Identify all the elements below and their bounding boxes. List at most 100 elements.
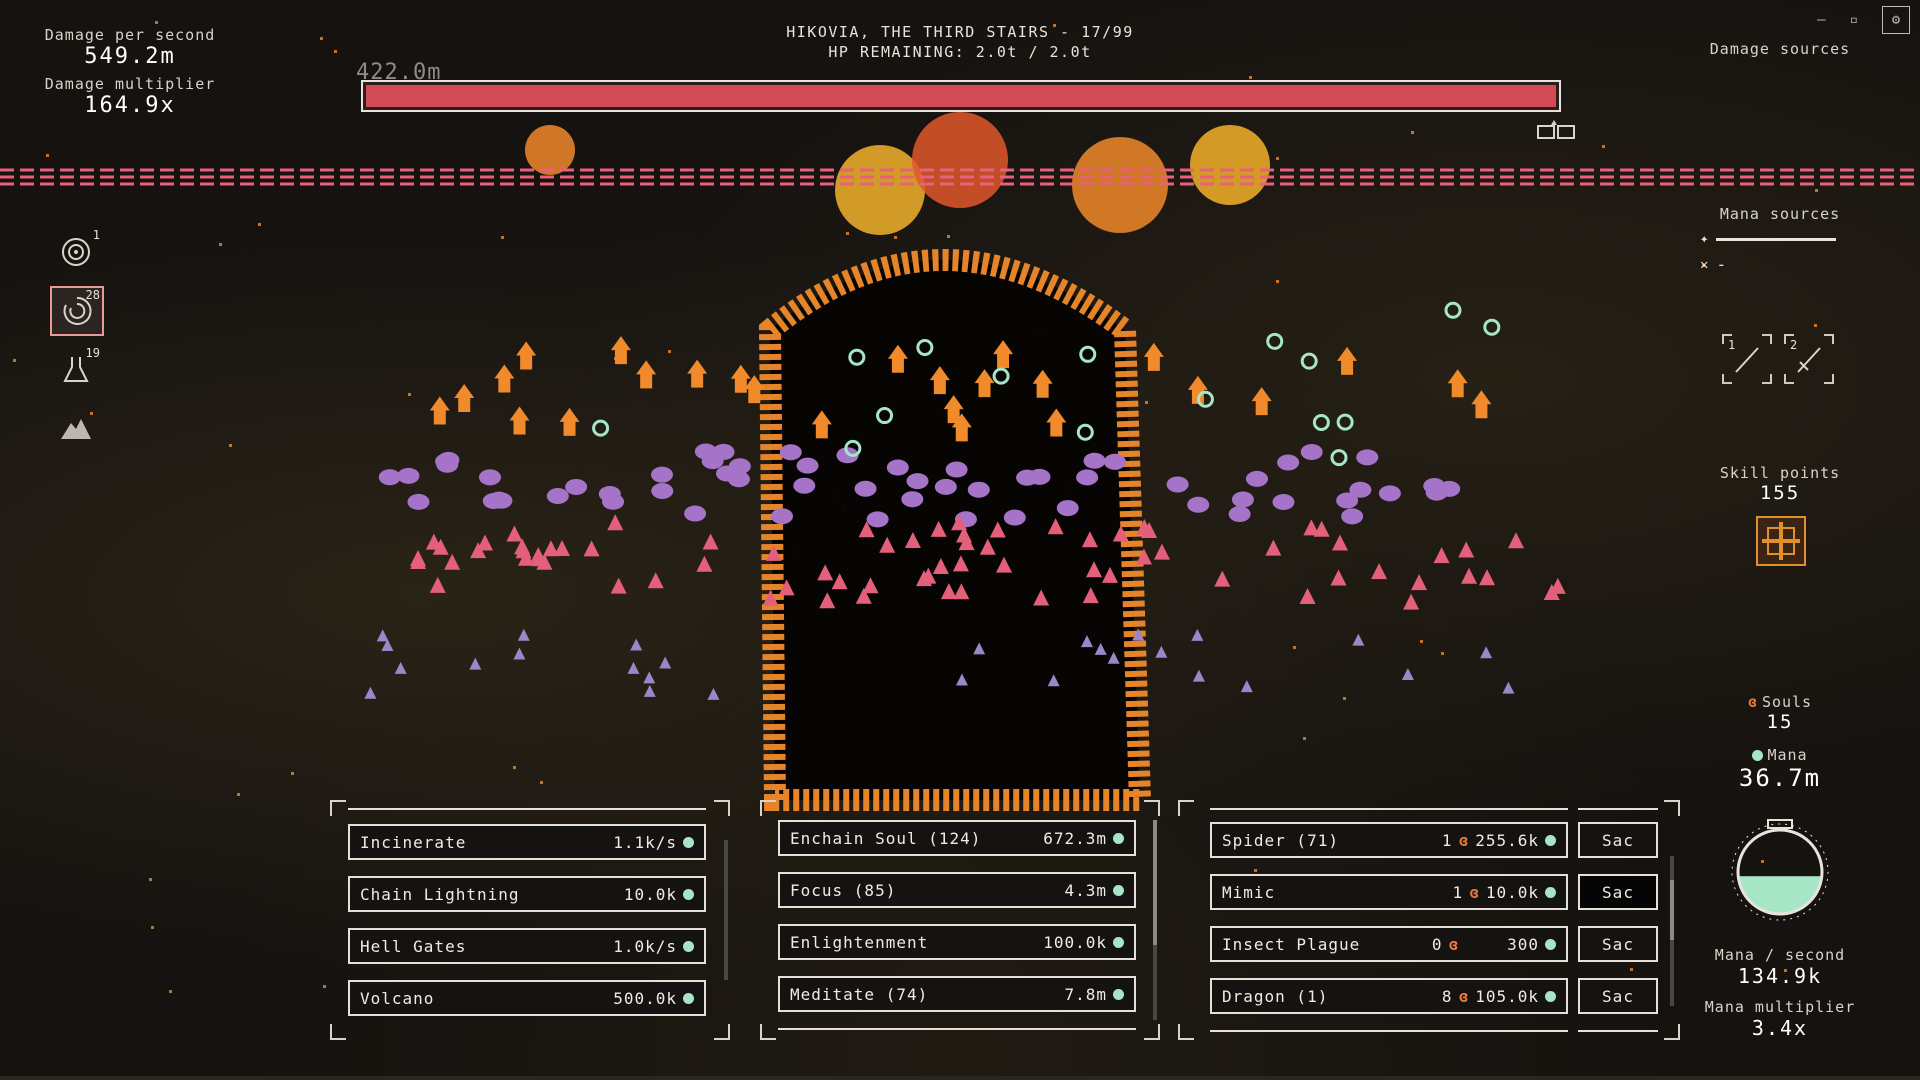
purple-crawler xyxy=(1056,500,1079,517)
spell-name: Chain Lightning xyxy=(360,884,520,904)
purple-crawler xyxy=(407,493,430,510)
spell-name: Hell Gates xyxy=(360,936,467,956)
weapon-slot-2[interactable]: 2 xyxy=(1784,334,1834,384)
ember xyxy=(540,781,543,784)
ember xyxy=(151,926,154,929)
explosion xyxy=(912,112,1008,208)
mana-gem-icon xyxy=(683,940,694,952)
pink-soldier xyxy=(1265,539,1282,556)
mana-gem-icon xyxy=(1113,832,1124,844)
ember xyxy=(13,359,16,362)
mountain-icon xyxy=(61,419,91,439)
mana-gem-icon xyxy=(1545,938,1556,950)
ability-mountain[interactable] xyxy=(50,404,102,452)
purple-crawler xyxy=(1083,452,1106,469)
skill-points-value: 155 xyxy=(1759,482,1801,504)
mana-gem-icon xyxy=(1113,988,1124,1000)
sac-button-spider[interactable]: Sac xyxy=(1578,822,1658,858)
ability-target[interactable]: 1 xyxy=(50,228,102,276)
explosion xyxy=(835,145,925,235)
upgrade-name: Meditate (74) xyxy=(790,984,929,1004)
spell-incinerate[interactable]: Incinerate 1.1k/s xyxy=(348,824,706,860)
ability-bar: 1 28 19 xyxy=(50,228,104,452)
minion-mana-cost: 300 xyxy=(1507,934,1539,954)
purple-crawler xyxy=(478,469,501,486)
minion-spider[interactable]: Spider (71) 1 ɞ 255.6k xyxy=(1210,822,1568,858)
purple-crawler xyxy=(1341,508,1364,525)
soul-icon: ɞ xyxy=(1747,693,1758,711)
sac-button-insect-plague[interactable]: Sac xyxy=(1578,926,1658,962)
ability-count: 28 xyxy=(85,288,100,302)
upgrade-focus[interactable]: Focus (85) 4.3m xyxy=(778,872,1136,908)
boss-title: HIKOVIA, THE THIRD STAIRS - 17/99 xyxy=(786,23,1134,41)
soul-icon: ɞ xyxy=(1458,986,1470,1006)
purple-crawler xyxy=(967,481,990,498)
pink-soldier xyxy=(1299,587,1316,604)
ember xyxy=(1276,280,1279,283)
mana-multiplier-value: 3.4x xyxy=(1751,1016,1809,1040)
minion-name: Mimic xyxy=(1222,882,1276,902)
upgrade-enchain-soul[interactable]: Enchain Soul (124) 672.3m xyxy=(778,820,1136,856)
mana-rate-label: Mana / second xyxy=(1714,946,1846,964)
explosion xyxy=(1190,125,1270,205)
minion-name: Spider (71) xyxy=(1222,830,1339,850)
damage-sources-label[interactable]: Damage sources xyxy=(1700,40,1860,58)
fire-demon xyxy=(1251,387,1272,416)
fire-demon xyxy=(636,360,657,389)
pink-soldier xyxy=(1403,593,1420,610)
ember xyxy=(408,393,411,396)
soul-icon: ɞ xyxy=(1448,934,1460,954)
mana-rate: Mana / second 134.9k xyxy=(1700,946,1860,988)
purple-crawler xyxy=(1272,494,1295,511)
purple-crawler xyxy=(598,485,621,502)
pink-soldier xyxy=(1458,541,1475,558)
minion-mimic[interactable]: Mimic 1 ɞ 10.0k xyxy=(1210,874,1568,910)
ability-flask[interactable]: 19 xyxy=(50,346,102,394)
mana-source-value: - xyxy=(1716,255,1727,274)
spell-chain-lightning[interactable]: Chain Lightning 10.0k xyxy=(348,876,706,912)
ember xyxy=(1145,401,1148,404)
minion-dragon[interactable]: Dragon (1) 8 ɞ 105.0k xyxy=(1210,978,1568,1014)
skeleton xyxy=(1155,645,1168,658)
upgrade-enlightenment[interactable]: Enlightenment 100.0k xyxy=(778,924,1136,960)
minion-soul-cost: 0 xyxy=(1431,934,1443,954)
ability-vortex[interactable]: 28 xyxy=(50,286,104,336)
ember xyxy=(947,235,950,238)
mana-rate-value: 134.9k xyxy=(1737,964,1823,988)
spell-name: Volcano xyxy=(360,988,435,1008)
minion-soul-cost: 8 xyxy=(1441,986,1453,1006)
upgrade-name: Enchain Soul (124) xyxy=(790,828,982,848)
upgrade-meditate[interactable]: Meditate (74) 7.8m xyxy=(778,976,1136,1012)
minion-name: Insect Plague xyxy=(1222,934,1361,954)
purple-crawler xyxy=(397,467,420,484)
purple-crawler xyxy=(1166,476,1189,493)
weapon-slot-1[interactable]: 1 xyxy=(1722,334,1772,384)
sac-button-mimic[interactable]: Sac xyxy=(1578,874,1658,910)
pink-soldier xyxy=(476,534,493,551)
purple-crawler xyxy=(1356,449,1379,466)
skill-tree-button[interactable] xyxy=(1756,516,1806,566)
ember xyxy=(1343,697,1346,700)
pink-soldier xyxy=(583,540,600,557)
purple-crawler xyxy=(684,505,707,522)
purple-crawler xyxy=(901,491,924,508)
purple-crawler xyxy=(1245,470,1268,487)
purple-crawler xyxy=(1103,453,1126,470)
weapon-slots: 1 2 xyxy=(1722,334,1834,384)
ember xyxy=(1815,189,1818,192)
spell-volcano[interactable]: Volcano 500.0k xyxy=(348,980,706,1016)
ember xyxy=(237,793,240,796)
enemy-track xyxy=(0,168,1920,186)
ember xyxy=(501,236,504,239)
mana-orb-pickup xyxy=(592,419,610,437)
pink-soldier xyxy=(1331,534,1348,551)
sac-button-dragon[interactable]: Sac xyxy=(1578,978,1658,1014)
pink-soldier xyxy=(1371,563,1388,580)
spell-hell-gates[interactable]: Hell Gates 1.0k/s xyxy=(348,928,706,964)
skeleton xyxy=(630,638,643,651)
ember xyxy=(258,223,261,226)
mana-gem-icon xyxy=(1545,886,1556,898)
minion-insect-plague[interactable]: Insect Plague 0 ɞ 300 xyxy=(1210,926,1568,962)
damage-multiplier-label: Damage multiplier xyxy=(44,75,216,93)
skeleton xyxy=(627,661,640,674)
